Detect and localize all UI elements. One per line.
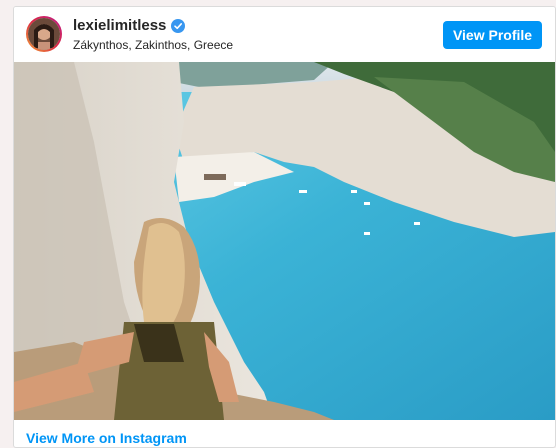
avatar-image [28,18,60,50]
post-photo[interactable] [14,62,555,420]
username-text: lexielimitless [73,17,167,34]
location-text[interactable]: Zákynthos, Zakinthos, Greece [73,38,233,52]
avatar[interactable] [26,16,62,52]
view-profile-button[interactable]: View Profile [443,21,542,49]
post-header: lexielimitless Zákynthos, Zakinthos, Gre… [14,7,555,62]
instagram-embed-card: lexielimitless Zákynthos, Zakinthos, Gre… [13,6,556,448]
verified-badge-icon [171,18,186,33]
username[interactable]: lexielimitless [73,17,186,34]
view-more-link[interactable]: View More on Instagram [26,430,187,446]
